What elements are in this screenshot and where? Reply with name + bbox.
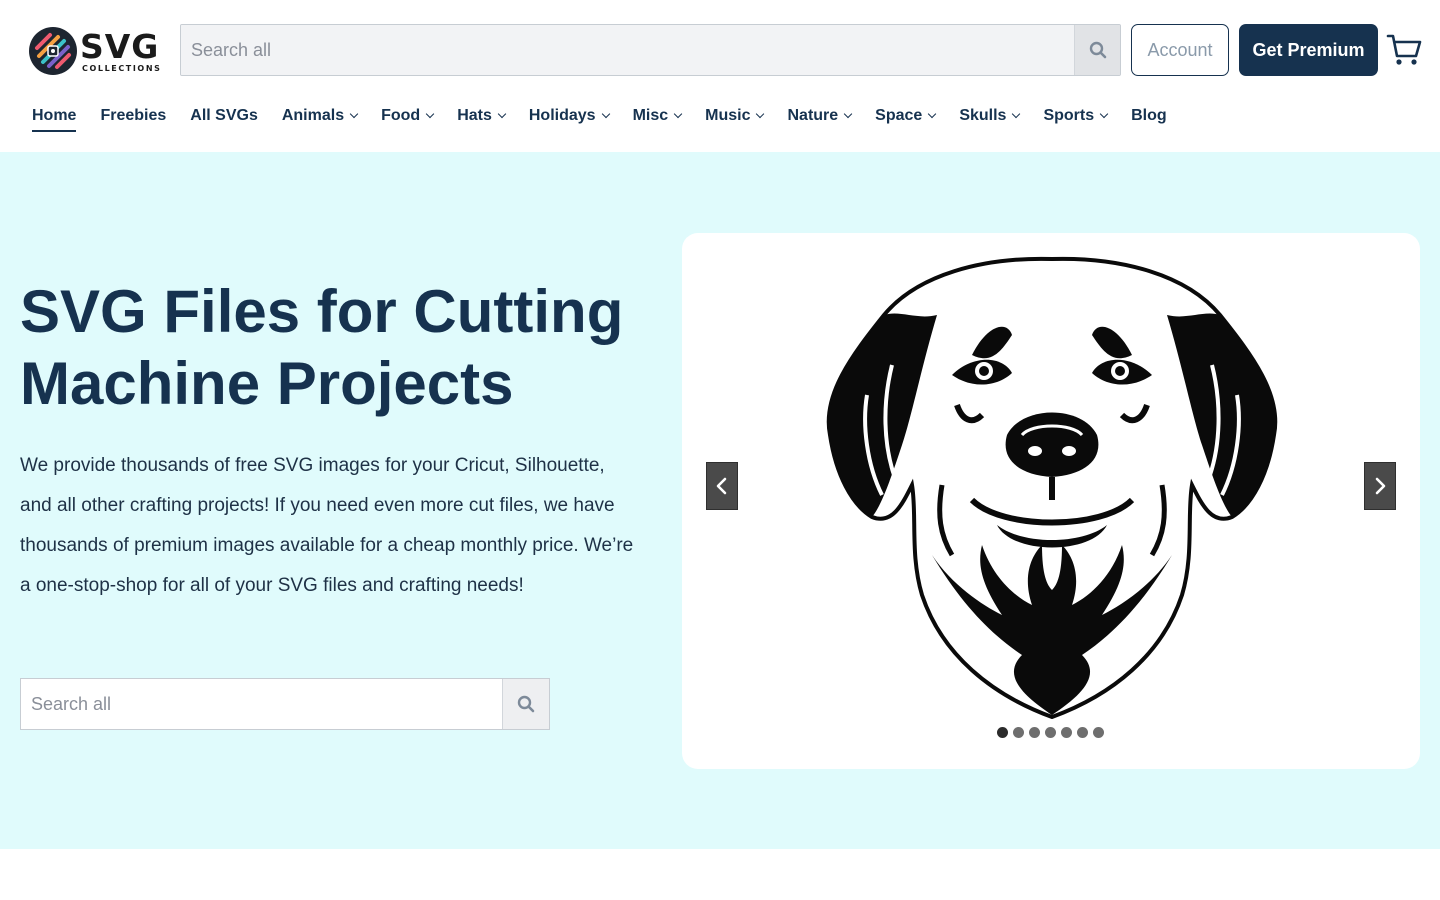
logo-wordmark: SVG [80, 26, 160, 66]
carousel-dot[interactable] [997, 727, 1008, 738]
nav-item-skulls[interactable]: Skulls [959, 102, 1021, 130]
nav-item-label: Hats [457, 107, 492, 124]
nav-item-animals[interactable]: Animals [281, 102, 359, 130]
carousel-next-button[interactable] [1364, 462, 1396, 510]
nav-item-nature[interactable]: Nature [787, 102, 853, 130]
nav-item-music[interactable]: Music [705, 102, 765, 130]
nav-item-label: Space [875, 107, 923, 124]
carousel-dot[interactable] [1029, 727, 1040, 738]
header-search [180, 24, 1121, 76]
chevron-down-icon [673, 109, 683, 119]
site-header: SVG COLLECTIONS Account Get Premium Home… [0, 0, 1440, 152]
nav-item-label: All SVGs [190, 107, 258, 124]
chevron-down-icon [1012, 109, 1021, 119]
hero-search [20, 678, 550, 730]
nav-item-holidays[interactable]: Holidays [528, 102, 610, 130]
chevron-down-icon [601, 109, 610, 119]
chevron-down-icon [349, 109, 359, 119]
chevron-down-icon [497, 109, 507, 119]
header-search-button[interactable] [1074, 25, 1120, 75]
chevron-down-icon [843, 109, 853, 119]
nav-item-misc[interactable]: Misc [632, 102, 683, 130]
chevron-down-icon [756, 109, 765, 119]
hero-section: SVG Files for Cutting Machine Projects W… [0, 152, 1440, 849]
nav-item-label: Animals [281, 107, 345, 124]
nav-item-blog[interactable]: Blog [1131, 102, 1167, 130]
logo-tagline: COLLECTIONS [82, 63, 162, 73]
hero-search-button[interactable] [502, 679, 549, 729]
nav-item-space[interactable]: Space [875, 102, 937, 130]
nav-item-label: Food [381, 107, 421, 124]
nav-item-sports[interactable]: Sports [1043, 102, 1109, 130]
nav-item-home[interactable]: Home [32, 102, 77, 132]
image-carousel [682, 233, 1420, 769]
nav-item-label: Nature [787, 107, 839, 124]
hero-title: SVG Files for Cutting Machine Projects [20, 276, 660, 420]
nav-item-all-svgs[interactable]: All SVGs [190, 102, 258, 130]
carousel-prev-button[interactable] [706, 462, 738, 510]
nav-item-freebies[interactable]: Freebies [100, 102, 166, 130]
nav-item-label: Freebies [100, 107, 167, 124]
nav-item-label: Misc [632, 107, 669, 124]
hero-title-line-2: Machine Projects [20, 350, 514, 417]
site-logo[interactable]: SVG COLLECTIONS [28, 26, 162, 76]
chevron-down-icon [928, 109, 937, 119]
search-icon [517, 695, 535, 713]
nav-item-label: Music [705, 107, 751, 124]
hero-description: We provide thousands of free SVG images … [20, 455, 634, 596]
golden-retriever-image [826, 256, 1278, 719]
hero-search-input[interactable] [21, 679, 502, 729]
nav-item-label: Sports [1043, 107, 1095, 124]
get-premium-button[interactable]: Get Premium [1239, 24, 1378, 76]
main-nav: Home Freebies All SVGs Animals Food Hats Holid… [32, 102, 1191, 132]
carousel-dot[interactable] [1045, 727, 1056, 738]
nav-item-food[interactable]: Food [381, 102, 435, 130]
carousel-dot[interactable] [1093, 727, 1104, 738]
chevron-left-icon [716, 477, 727, 495]
carousel-dot[interactable] [1061, 727, 1072, 738]
chevron-down-icon [425, 109, 435, 119]
chevron-right-icon [1375, 477, 1386, 495]
carousel-dot[interactable] [1077, 727, 1088, 738]
nav-item-label: Home [32, 107, 77, 124]
search-icon [1089, 41, 1106, 59]
nav-item-label: Blog [1131, 107, 1167, 124]
nav-item-hats[interactable]: Hats [457, 102, 507, 130]
nav-item-label: Holidays [528, 107, 596, 124]
header-search-input[interactable] [181, 25, 1074, 75]
logo-mark-icon [29, 27, 77, 75]
carousel-dot[interactable] [1013, 727, 1024, 738]
account-button[interactable]: Account [1131, 24, 1229, 76]
nav-item-label: Skulls [959, 107, 1007, 124]
carousel-dots [997, 727, 1109, 738]
hero-title-line-1: SVG Files for Cutting [20, 278, 624, 345]
chevron-down-icon [1099, 109, 1109, 119]
cart-icon[interactable] [1386, 32, 1422, 68]
